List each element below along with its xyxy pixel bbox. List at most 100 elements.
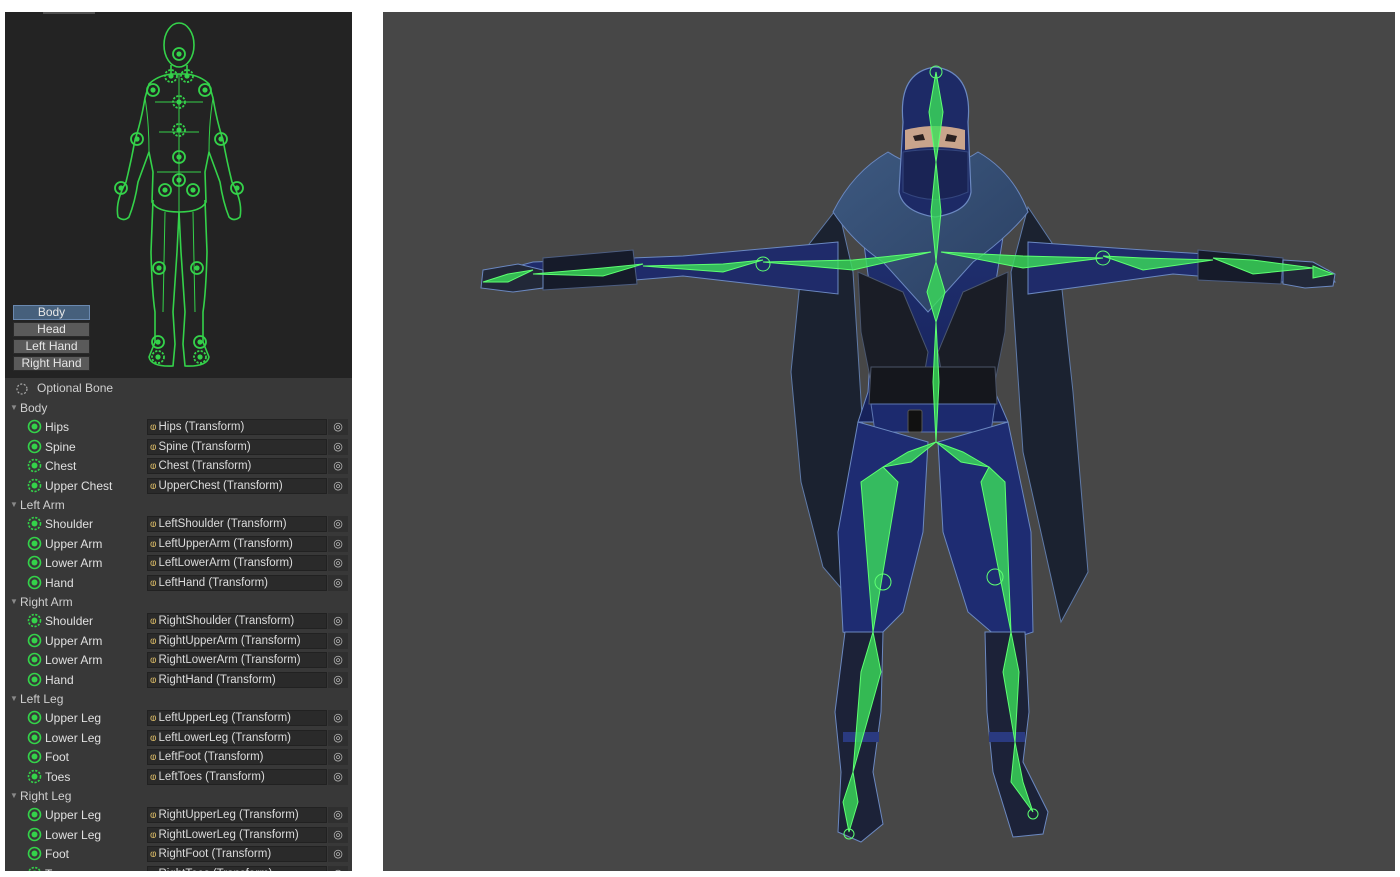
bone-label: Foot (45, 847, 70, 861)
optional-bone-legend: Optional Bone (5, 378, 352, 398)
object-picker-icon[interactable]: ◎ (328, 671, 348, 688)
collapse-arrow-icon[interactable]: ▼ (10, 500, 18, 509)
transform-object-field[interactable]: ⱷ RightShoulder (Transform) (147, 613, 327, 629)
bone-label: Toes (45, 867, 70, 872)
transform-icon: ⱷ (150, 849, 157, 860)
transform-object-field[interactable]: ⱷ LeftFoot (Transform) (147, 749, 327, 765)
transform-object-field[interactable]: ⱷ RightFoot (Transform) (147, 846, 327, 862)
tab-head[interactable]: Head (13, 322, 90, 337)
bone-label: Upper Arm (45, 633, 103, 648)
required-bone-icon (27, 749, 42, 764)
transform-object-field[interactable]: ⱷ LeftHand (Transform) (147, 574, 327, 591)
transform-value: RightShoulder (Transform) (158, 615, 295, 627)
transform-icon: ⱷ (150, 480, 157, 492)
object-picker-icon[interactable]: ◎ (328, 632, 348, 649)
transform-object-field[interactable]: ⱷ LeftShoulder (Transform) (147, 516, 327, 532)
left-knee-marker-dot (156, 265, 162, 271)
group-header-left-arm[interactable]: ▼ Left Arm (5, 495, 352, 514)
required-bone-icon (27, 710, 42, 725)
bone-label: Toes (45, 769, 71, 784)
transform-value: RightUpperLeg (Transform) (158, 809, 299, 821)
transform-value: UpperChest (Transform) (158, 479, 283, 492)
transform-object-field[interactable]: ⱷ RightUpperLeg (Transform) (147, 807, 327, 823)
group-header-body[interactable]: ▼ Body (5, 398, 352, 417)
group-header-right-arm[interactable]: ▼ Right Arm (5, 592, 352, 611)
tab-right-hand[interactable]: Right Hand (13, 356, 90, 371)
bone-row-body-hips: Hips ⱷ Hips (Transform) ◎ (5, 417, 352, 437)
bone-row-left-leg-foot: Foot ⱷ LeftFoot (Transform) ◎ (5, 747, 352, 767)
object-picker-icon[interactable]: ◎ (328, 652, 348, 668)
object-picker-icon[interactable]: ◎ (328, 710, 348, 726)
object-picker-icon[interactable]: ◎ (328, 477, 348, 494)
optional-bone-icon (27, 769, 42, 783)
object-picker-icon[interactable]: ◎ (328, 574, 348, 591)
collapse-arrow-icon[interactable]: ▼ (10, 694, 18, 703)
object-picker-icon[interactable]: ◎ (328, 555, 348, 571)
object-picker-icon[interactable]: ◎ (328, 865, 348, 871)
transform-value: RightLowerArm (Transform) (158, 654, 301, 666)
neck-joint-marker-dot (168, 73, 174, 79)
collapse-arrow-icon[interactable]: ▼ (10, 791, 18, 800)
group-header-right-leg[interactable]: ▼ Right Leg (5, 786, 352, 805)
transform-object-field[interactable]: ⱷ LeftToes (Transform) (147, 768, 327, 785)
transform-object-field[interactable]: ⱷ Hips (Transform) (147, 419, 327, 435)
character-model (480, 65, 1336, 843)
object-picker-icon[interactable]: ◎ (328, 729, 348, 746)
object-picker-icon[interactable]: ◎ (328, 846, 348, 862)
transform-icon: ⱷ (150, 422, 157, 433)
avatar-mapping-view: Body Head Left Hand Right Hand (5, 12, 352, 378)
transform-value: RightHand (Transform) (158, 673, 276, 686)
transform-object-field[interactable]: ⱷ Spine (Transform) (147, 438, 327, 455)
spine-marker-dot (176, 154, 182, 160)
object-picker-icon[interactable]: ◎ (328, 535, 348, 552)
collapse-arrow-icon[interactable]: ▼ (10, 597, 18, 606)
transform-object-field[interactable]: ⱷRightToes (Transform) (147, 865, 327, 872)
group-label: Right Leg (20, 789, 72, 803)
transform-object-field[interactable]: ⱷ Chest (Transform) (147, 458, 327, 474)
object-picker-icon[interactable]: ◎ (328, 768, 348, 785)
object-picker-icon[interactable]: ◎ (328, 807, 348, 823)
object-picker-icon[interactable]: ◎ (328, 419, 348, 435)
object-picker-icon[interactable]: ◎ (328, 516, 348, 532)
required-bone-icon (27, 730, 42, 744)
transform-object-field[interactable]: ⱷ LeftLowerLeg (Transform) (147, 729, 327, 746)
required-bone-icon (27, 555, 42, 570)
transform-icon: ⱷ (150, 519, 157, 530)
transform-icon: ⱷ (150, 869, 156, 872)
object-picker-icon[interactable]: ◎ (328, 826, 348, 843)
tab-left-hand[interactable]: Left Hand (13, 339, 90, 354)
transform-object-field[interactable]: ⱷ LeftLowerArm (Transform) (147, 555, 327, 571)
transform-object-field[interactable]: ⱷ RightHand (Transform) (147, 671, 327, 688)
required-bone-icon (27, 846, 42, 861)
transform-value: RightToes (Transform) (158, 868, 272, 872)
bone-row-body-spine: Spine ⱷ Spine (Transform) ◎ (5, 437, 352, 457)
transform-value: LeftUpperArm (Transform) (158, 537, 293, 550)
transform-icon: ⱷ (150, 461, 157, 472)
bone-row-right-arm-upper-arm: Upper Arm ⱷ RightUpperArm (Transform) ◎ (5, 631, 352, 651)
transform-object-field[interactable]: ⱷ UpperChest (Transform) (147, 477, 327, 494)
transform-object-field[interactable]: ⱷ LeftUpperArm (Transform) (147, 535, 327, 552)
transform-object-field[interactable]: ⱷ RightLowerArm (Transform) (147, 652, 327, 668)
object-picker-icon[interactable]: ◎ (328, 613, 348, 629)
object-picker-icon[interactable]: ◎ (328, 438, 348, 455)
object-picker-icon[interactable]: ◎ (328, 458, 348, 474)
scene-view-viewport[interactable] (383, 12, 1395, 871)
transform-icon: ⱷ (150, 558, 157, 569)
optional-bone-icon (27, 478, 42, 492)
head-joint-marker-dot (176, 51, 182, 57)
group-header-left-leg[interactable]: ▼ Left Leg (5, 689, 352, 708)
required-bone-icon (27, 807, 42, 822)
transform-object-field[interactable]: ⱷ LeftUpperLeg (Transform) (147, 710, 327, 726)
bone-row-right-arm-shoulder: Shoulder ⱷ RightShoulder (Transform) ◎ (5, 611, 352, 631)
transform-object-field[interactable]: ⱷ RightLowerLeg (Transform) (147, 826, 327, 843)
transform-value: RightLowerLeg (Transform) (158, 828, 299, 841)
collapse-arrow-icon[interactable]: ▼ (10, 403, 18, 412)
bone-label: Upper Leg (45, 808, 102, 822)
bone-label: Hand (45, 575, 74, 590)
group-label: Left Arm (20, 498, 65, 512)
tab-body[interactable]: Body (13, 305, 90, 320)
right-knee-marker-dot (194, 265, 200, 271)
object-picker-icon[interactable]: ◎ (328, 749, 348, 765)
transform-object-field[interactable]: ⱷ RightUpperArm (Transform) (147, 632, 327, 649)
required-bone-icon (27, 652, 42, 667)
